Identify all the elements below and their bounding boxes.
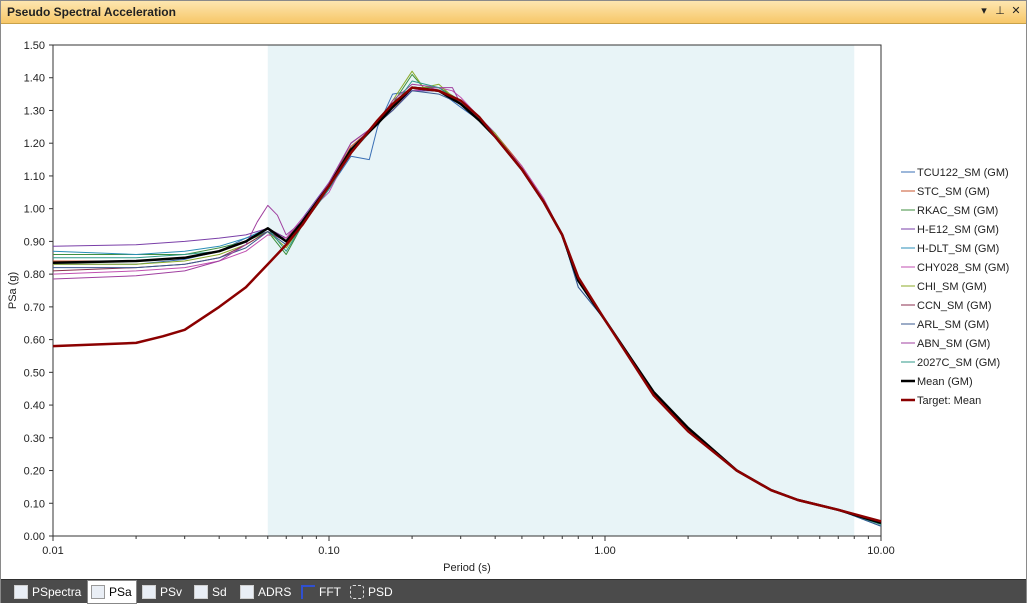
psa-chart: 0.00 0.10 0.20 0.30 0.40 0.50 0.60 0.70 0.80 0.90… [7,40,1009,574]
x-tick-label: 0.01 [42,545,63,557]
tab-label: PSpectra [32,584,82,599]
y-tick-label: 0.20 [24,466,45,478]
y-tick-label: 1.00 [24,204,45,216]
tab-pspectra[interactable]: PSpectra [11,581,85,602]
y-tick-label: 1.40 [24,73,45,85]
tab-psd[interactable]: PSD [347,581,397,602]
close-icon[interactable]: ✕ [1009,4,1023,19]
legend-entry: Target: Mean [917,395,981,407]
view-tab-bar: PSpectra PSa PSv Sd ADRS FFT PSD [1,579,1026,604]
tab-label: PSa [109,585,132,599]
fft-icon [301,584,315,599]
pin-icon[interactable]: ⊥ [993,4,1007,19]
y-tick-label: 0.60 [24,335,45,347]
tab-psa[interactable]: PSa [87,580,137,604]
window-title: Pseudo Spectral Acceleration [7,5,176,19]
tab-adrs[interactable]: ADRS [237,581,295,602]
adrs-icon [240,584,254,599]
psa-icon [91,585,105,599]
legend-entry: TCU122_SM (GM) [917,167,1009,179]
y-tick-label: 1.50 [24,40,45,52]
tab-label: PSD [368,584,393,599]
dropdown-arrow-icon[interactable]: ▾ [977,4,991,19]
highlight-band [267,45,855,536]
y-tick-label: 0.90 [24,236,45,248]
spectra-icon [14,584,28,599]
y-tick-label: 0.30 [24,433,45,445]
y-tick-label: 1.30 [24,105,45,117]
legend-entry: H-E12_SM (GM) [917,224,999,236]
y-tick-label: 0.00 [24,531,45,543]
y-tick-label: 1.10 [24,171,45,183]
x-axis-label: Period (s) [443,562,491,574]
y-tick-label: 0.40 [24,400,45,412]
legend-entry: STC_SM (GM) [917,186,990,198]
y-tick-label: 0.10 [24,498,45,510]
psd-icon [350,584,364,599]
legend-entry: RKAC_SM (GM) [917,205,998,217]
y-axis-label: PSa (g) [7,272,19,309]
legend-entry: Mean (GM) [917,376,973,388]
legend-entry: CHI_SM (GM) [917,281,987,293]
legend-entry: ABN_SM (GM) [917,338,990,350]
sd-icon [194,584,208,599]
x-tick-label: 1.00 [594,545,615,557]
spectra-window: Pseudo Spectral Acceleration ▾ ⊥ ✕ 0.00 0… [0,0,1027,604]
tab-sd[interactable]: Sd [191,581,231,602]
y-tick-label: 0.80 [24,269,45,281]
tab-fft[interactable]: FFT [298,581,345,602]
y-tick-label: 0.70 [24,302,45,314]
legend-entry: CCN_SM (GM) [917,300,992,312]
psv-icon [142,584,156,599]
legend-entry: 2027C_SM (GM) [917,357,1000,369]
tab-psv[interactable]: PSv [139,581,186,602]
legend-entry: H-DLT_SM (GM) [917,243,999,255]
y-tick-label: 0.50 [24,367,45,379]
tab-label: ADRS [258,584,292,599]
x-tick-label: 10.00 [867,545,895,557]
legend-entry: CHY028_SM (GM) [917,262,1009,274]
tab-label: PSv [160,584,183,599]
tab-label: Sd [212,584,227,599]
x-tick-label: 0.10 [318,545,339,557]
tab-label: FFT [319,584,341,599]
title-bar: Pseudo Spectral Acceleration ▾ ⊥ ✕ [1,1,1026,24]
legend-entry: ARL_SM (GM) [917,319,989,331]
y-tick-label: 1.20 [24,138,45,150]
